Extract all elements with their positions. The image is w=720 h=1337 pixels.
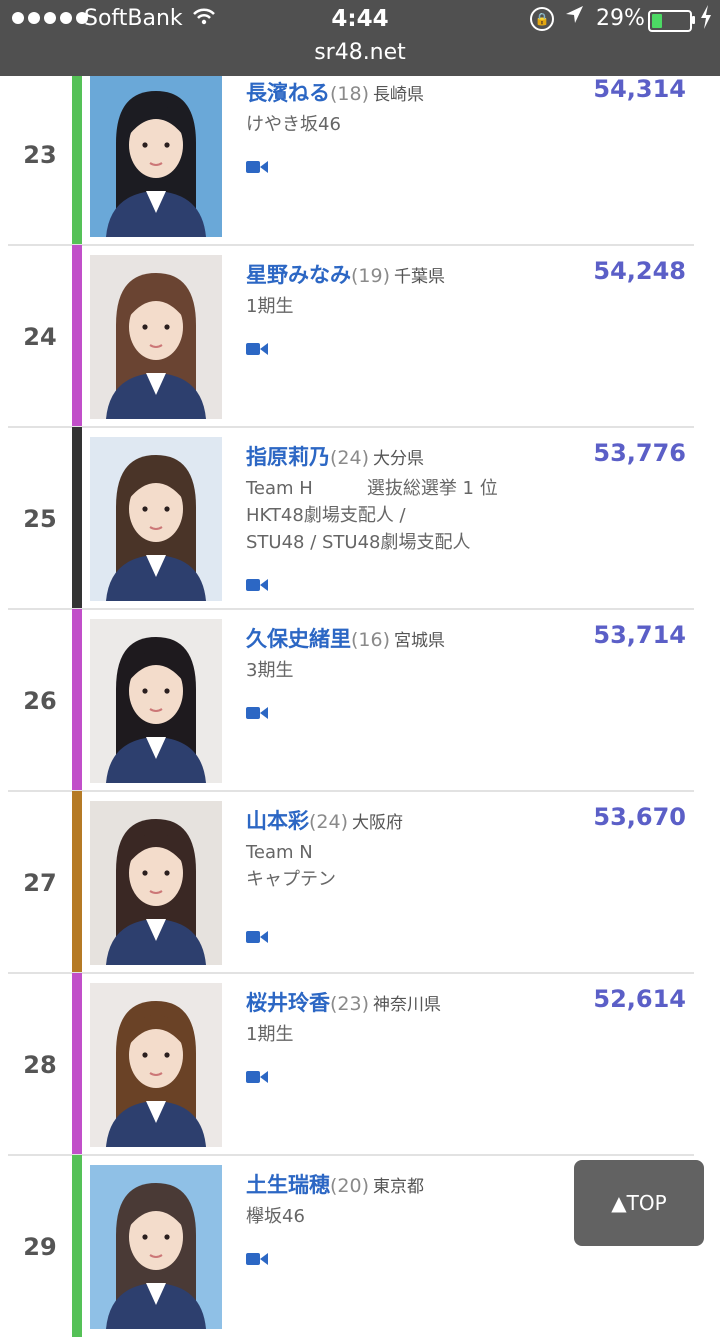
member-info: 3期生 bbox=[246, 660, 294, 681]
rank-number: 26 bbox=[23, 687, 57, 715]
member-name-line: 久保史緒里(16) 宮城県 bbox=[246, 623, 445, 653]
video-camera-icon[interactable] bbox=[246, 341, 268, 357]
browser-top-bar: SoftBank 4:44 🔒 29% sr48.net bbox=[0, 0, 720, 76]
ranking-row[interactable]: 23 長濱ねる(18) 長崎県けやき坂46 54,314 bbox=[0, 63, 720, 246]
member-photo[interactable] bbox=[90, 619, 222, 783]
rank-number: 25 bbox=[23, 505, 57, 533]
vote-count: 53,776 bbox=[593, 439, 686, 467]
ranking-row[interactable]: 26 久保史緒里(16) 宮城県 3期生 53,714 bbox=[0, 609, 720, 792]
member-prefecture: 大阪府 bbox=[352, 813, 404, 833]
video-camera-icon[interactable] bbox=[246, 705, 268, 721]
member-name-link[interactable]: 星野みなみ bbox=[246, 263, 351, 287]
rotation-lock-icon: 🔒 bbox=[530, 7, 554, 31]
member-info: Team N キャプテン bbox=[246, 842, 336, 890]
member-photo[interactable] bbox=[90, 437, 222, 601]
member-name-link[interactable]: 桜井玲香 bbox=[246, 991, 330, 1015]
member-photo[interactable] bbox=[90, 983, 222, 1147]
member-name-line: 土生瑞穂(20) 東京都 bbox=[246, 1169, 424, 1199]
location-arrow-icon bbox=[563, 4, 585, 32]
member-age: (24) bbox=[309, 811, 349, 833]
member-photo[interactable] bbox=[90, 73, 222, 237]
member-name-link[interactable]: 長濱ねる bbox=[246, 81, 330, 105]
vote-count: 53,670 bbox=[593, 803, 686, 831]
member-name-line: 長濱ねる(18) 長崎県 bbox=[246, 77, 424, 107]
member-name-line: 山本彩(24) 大阪府 bbox=[246, 805, 403, 835]
member-photo[interactable] bbox=[90, 255, 222, 419]
member-info: 欅坂46 bbox=[246, 1206, 305, 1227]
ranking-row[interactable]: 24 星野みなみ(19) 千葉県 1期生 54,248 bbox=[0, 245, 720, 428]
video-camera-icon[interactable] bbox=[246, 159, 268, 175]
rank-number: 29 bbox=[23, 1233, 57, 1261]
member-name-link[interactable]: 山本彩 bbox=[246, 809, 309, 833]
member-age: (24) bbox=[330, 447, 370, 469]
member-info: けやき坂46 bbox=[246, 114, 341, 135]
status-bar: SoftBank 4:44 🔒 29% bbox=[0, 0, 720, 40]
rank-number: 28 bbox=[23, 1051, 57, 1079]
back-to-top-button[interactable]: ▲TOP bbox=[574, 1160, 704, 1246]
video-camera-icon[interactable] bbox=[246, 1251, 268, 1267]
vote-count: 54,248 bbox=[593, 257, 686, 285]
charging-bolt-icon bbox=[700, 5, 712, 34]
battery-icon bbox=[648, 10, 692, 32]
rank-number: 24 bbox=[23, 323, 57, 351]
member-age: (19) bbox=[351, 265, 391, 287]
vote-count: 52,614 bbox=[593, 985, 686, 1013]
ranking-row[interactable]: 28 桜井玲香(23) 神奈川県 1期生 52,614 bbox=[0, 973, 720, 1156]
member-age: (20) bbox=[330, 1175, 370, 1197]
member-name-link[interactable]: 指原莉乃 bbox=[246, 445, 330, 469]
member-name-link[interactable]: 久保史緒里 bbox=[246, 627, 351, 651]
vote-count: 54,314 bbox=[593, 75, 686, 103]
member-info: 1期生 bbox=[246, 296, 294, 317]
member-age: (18) bbox=[330, 83, 370, 105]
member-prefecture: 東京都 bbox=[373, 1177, 425, 1197]
member-prefecture: 神奈川県 bbox=[373, 995, 442, 1015]
ranking-row[interactable]: 27 山本彩(24) 大阪府 Team N キャプテン 53,670 bbox=[0, 791, 720, 974]
ranking-row[interactable]: 25 指原莉乃(24) 大分県 Team H 選抜総選挙 1 位 HKT48劇場支配人… bbox=[0, 427, 720, 610]
member-age: (23) bbox=[330, 993, 370, 1015]
address-bar-url[interactable]: sr48.net bbox=[0, 40, 720, 65]
vote-count: 53,714 bbox=[593, 621, 686, 649]
member-photo[interactable] bbox=[90, 1165, 222, 1329]
member-name-link[interactable]: 土生瑞穂 bbox=[246, 1173, 330, 1197]
member-name-line: 星野みなみ(19) 千葉県 bbox=[246, 259, 445, 289]
member-name-line: 指原莉乃(24) 大分県 bbox=[246, 441, 424, 471]
member-age: (16) bbox=[351, 629, 391, 651]
video-camera-icon[interactable] bbox=[246, 929, 268, 945]
rank-number: 27 bbox=[23, 869, 57, 897]
member-prefecture: 宮城県 bbox=[394, 631, 446, 651]
member-prefecture: 大分県 bbox=[373, 449, 425, 469]
member-photo[interactable] bbox=[90, 801, 222, 965]
battery-tip bbox=[692, 16, 695, 24]
member-info: 1期生 bbox=[246, 1024, 294, 1045]
member-prefecture: 千葉県 bbox=[394, 267, 446, 287]
member-name-line: 桜井玲香(23) 神奈川県 bbox=[246, 987, 441, 1017]
member-info: Team H 選抜総選挙 1 位 HKT48劇場支配人 / STU48 / ST… bbox=[246, 478, 498, 553]
video-camera-icon[interactable] bbox=[246, 1069, 268, 1085]
video-camera-icon[interactable] bbox=[246, 577, 268, 593]
battery-percent: 29% bbox=[596, 6, 645, 31]
member-prefecture: 長崎県 bbox=[373, 85, 425, 105]
rank-number: 23 bbox=[23, 141, 57, 169]
